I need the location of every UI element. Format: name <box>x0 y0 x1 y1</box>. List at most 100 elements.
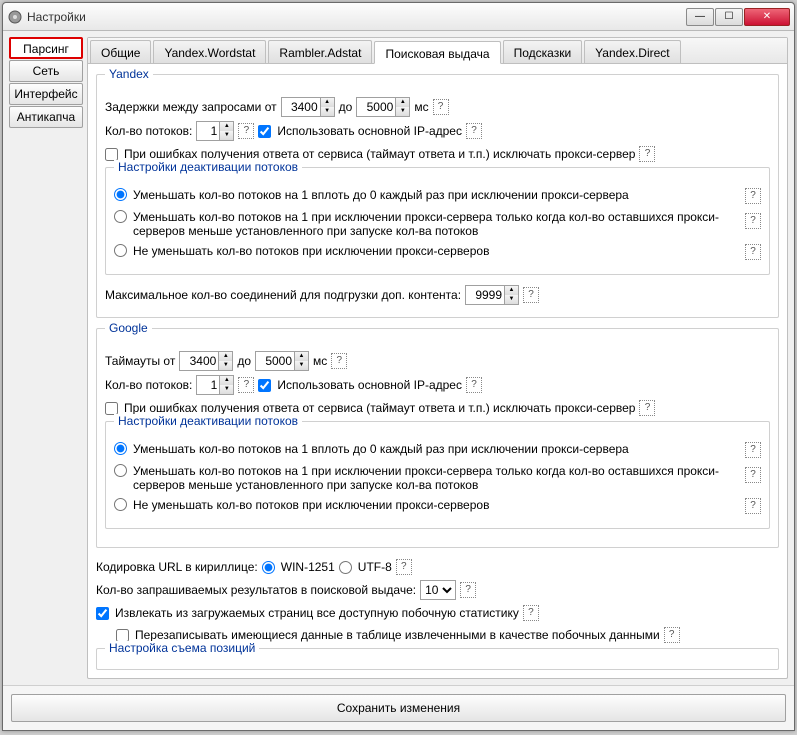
help-icon[interactable]: ? <box>745 244 761 260</box>
help-icon[interactable]: ? <box>745 498 761 514</box>
label: Кол-во потоков: <box>105 122 192 140</box>
results-select[interactable]: 10 <box>420 580 456 600</box>
help-icon[interactable]: ? <box>433 99 449 115</box>
google-exclude-proxy-checkbox[interactable] <box>105 402 118 415</box>
spin-up-icon[interactable]: ▲ <box>219 376 233 385</box>
label: Уменьшать кол-во потоков на 1 вплоть до … <box>133 442 741 456</box>
spin-up-icon[interactable]: ▲ <box>294 352 308 361</box>
help-icon[interactable]: ? <box>745 188 761 204</box>
spin-up-icon[interactable]: ▲ <box>219 122 233 131</box>
tab-yandex-direct[interactable]: Yandex.Direct <box>584 40 680 63</box>
spin-up-icon[interactable]: ▲ <box>218 352 232 361</box>
spin-down-icon[interactable]: ▼ <box>294 361 308 370</box>
main-panel: Общие Yandex.Wordstat Rambler.Adstat Пои… <box>87 37 788 679</box>
label: Максимальное кол-во соединений для подгр… <box>105 286 461 304</box>
yandex-threads-spinner[interactable]: ▲▼ <box>196 121 234 141</box>
yandex-delay-from-input[interactable] <box>282 98 320 116</box>
radio[interactable] <box>114 442 127 455</box>
google-threads-input[interactable] <box>197 376 219 394</box>
help-icon[interactable]: ? <box>523 605 539 621</box>
google-threads-spinner[interactable]: ▲▼ <box>196 375 234 395</box>
google-threads-row: Кол-во потоков: ▲▼ ? Использовать основн… <box>105 375 770 395</box>
close-button[interactable]: ✕ <box>744 8 790 26</box>
spin-down-icon[interactable]: ▼ <box>504 295 518 304</box>
label: Использовать основной IP-адрес <box>277 376 462 394</box>
help-icon[interactable]: ? <box>664 627 680 643</box>
yandex-threads-input[interactable] <box>197 122 219 140</box>
extract-checkbox[interactable] <box>96 607 109 620</box>
help-icon[interactable]: ? <box>238 123 254 139</box>
google-deact-opt3: Не уменьшать кол-во потоков при исключен… <box>114 498 761 514</box>
google-group-title: Google <box>105 321 152 335</box>
overwrite-checkbox[interactable] <box>116 629 129 642</box>
sidebar-item-network[interactable]: Сеть <box>9 60 83 82</box>
spin-down-icon[interactable]: ▼ <box>219 385 233 394</box>
radio[interactable] <box>114 188 127 201</box>
titlebar[interactable]: Настройки — ☐ ✕ <box>3 3 794 31</box>
tab-yandex-wordstat[interactable]: Yandex.Wordstat <box>153 40 266 63</box>
label: мс <box>313 352 327 370</box>
encoding-win1251-radio[interactable] <box>262 561 275 574</box>
spin-down-icon[interactable]: ▼ <box>218 361 232 370</box>
save-button[interactable]: Сохранить изменения <box>11 694 786 722</box>
yandex-delay-to-spinner[interactable]: ▲▼ <box>356 97 410 117</box>
radio[interactable] <box>114 210 127 223</box>
spin-down-icon[interactable]: ▼ <box>320 107 334 116</box>
help-icon[interactable]: ? <box>639 146 655 162</box>
google-timeout-from-spinner[interactable]: ▲▼ <box>179 351 233 371</box>
help-icon[interactable]: ? <box>745 442 761 458</box>
label: Кодировка URL в кириллице: <box>96 558 258 576</box>
spin-up-icon[interactable]: ▲ <box>395 98 409 107</box>
label: до <box>339 98 353 116</box>
help-icon[interactable]: ? <box>460 582 476 598</box>
help-icon[interactable]: ? <box>523 287 539 303</box>
encoding-utf8-radio[interactable] <box>339 561 352 574</box>
spin-up-icon[interactable]: ▲ <box>504 286 518 295</box>
help-icon[interactable]: ? <box>396 559 412 575</box>
yandex-group-title: Yandex <box>105 67 153 81</box>
sidebar-item-interface[interactable]: Интерфейс <box>9 83 83 105</box>
spin-down-icon[interactable]: ▼ <box>219 131 233 140</box>
spin-down-icon[interactable]: ▼ <box>395 107 409 116</box>
yandex-deactivation-group: Настройки деактивации потоков ? Уменьшат… <box>105 167 770 275</box>
settings-window: Настройки — ☐ ✕ Парсинг Сеть Интерфейс А… <box>2 2 795 731</box>
window-controls: — ☐ ✕ <box>685 8 790 26</box>
spin-up-icon[interactable]: ▲ <box>320 98 334 107</box>
content-scroll[interactable]: Yandex Задержки между запросами от ▲▼ до… <box>88 64 787 678</box>
yandex-delay-row: Задержки между запросами от ▲▼ до ▲▼ мс … <box>105 97 770 117</box>
google-timeout-to-spinner[interactable]: ▲▼ <box>255 351 309 371</box>
help-icon[interactable]: ? <box>745 467 761 483</box>
help-icon[interactable]: ? <box>238 377 254 393</box>
sidebar-item-parsing[interactable]: Парсинг <box>9 37 83 59</box>
label: мс <box>414 98 428 116</box>
label: Не уменьшать кол-во потоков при исключен… <box>133 498 741 512</box>
yandex-maxconn-input[interactable] <box>466 286 504 304</box>
help-icon[interactable]: ? <box>745 213 761 229</box>
tab-general[interactable]: Общие <box>90 40 151 63</box>
yandex-exclude-proxy-checkbox[interactable] <box>105 148 118 161</box>
radio[interactable] <box>114 464 127 477</box>
help-icon[interactable]: ? <box>466 377 482 393</box>
tab-rambler-adstat[interactable]: Rambler.Adstat <box>268 40 372 63</box>
help-icon[interactable]: ? <box>331 353 347 369</box>
minimize-button[interactable]: — <box>686 8 714 26</box>
group-title: Настройка съема позиций <box>105 641 259 655</box>
help-icon[interactable]: ? <box>639 400 655 416</box>
yandex-maxconn-spinner[interactable]: ▲▼ <box>465 285 519 305</box>
tab-suggestions[interactable]: Подсказки <box>503 40 583 63</box>
maximize-button[interactable]: ☐ <box>715 8 743 26</box>
help-icon[interactable]: ? <box>466 123 482 139</box>
yandex-delay-to-input[interactable] <box>357 98 395 116</box>
client-area: Парсинг Сеть Интерфейс Антикапча Общие Y… <box>3 31 794 685</box>
radio[interactable] <box>114 244 127 257</box>
radio[interactable] <box>114 498 127 511</box>
sidebar-item-anticaptcha[interactable]: Антикапча <box>9 106 83 128</box>
google-use-main-ip-checkbox[interactable] <box>258 379 271 392</box>
yandex-use-main-ip-checkbox[interactable] <box>258 125 271 138</box>
tab-serp[interactable]: Поисковая выдача <box>374 41 500 64</box>
tabstrip: Общие Yandex.Wordstat Rambler.Adstat Пои… <box>88 38 787 64</box>
google-timeout-to-input[interactable] <box>256 352 294 370</box>
google-timeout-from-input[interactable] <box>180 352 218 370</box>
label: WIN-1251 <box>281 558 335 576</box>
yandex-delay-from-spinner[interactable]: ▲▼ <box>281 97 335 117</box>
